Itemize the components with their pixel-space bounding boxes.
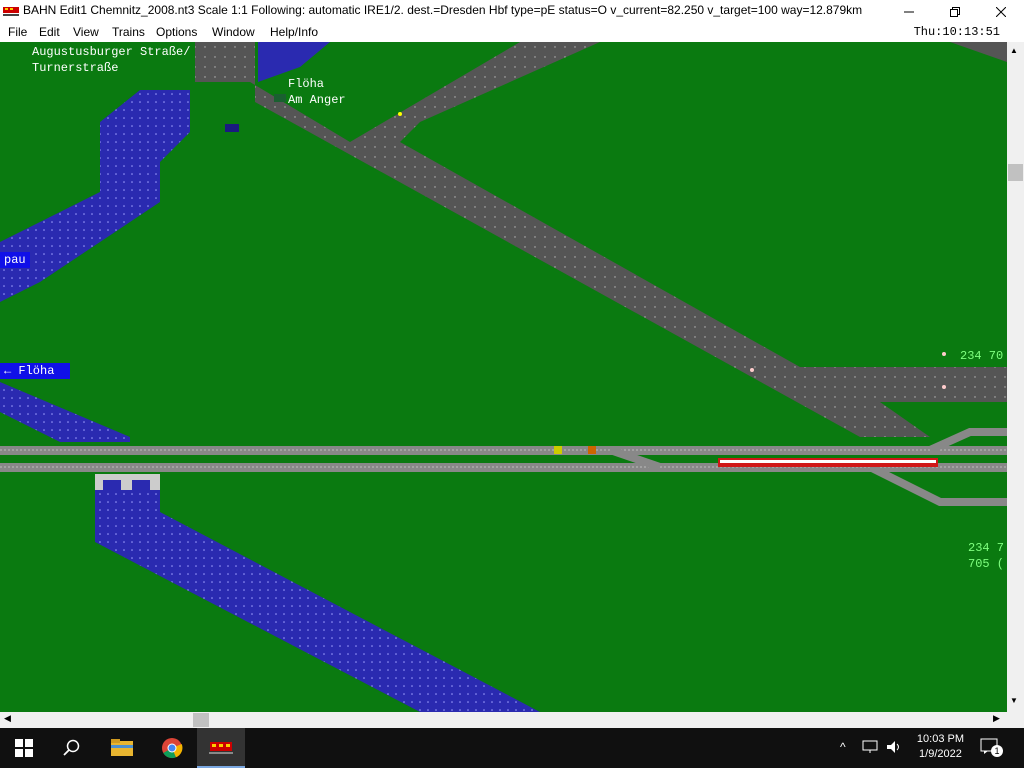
menu-help-info[interactable]: Help/Info [270,25,318,39]
simulation-clock: Thu:10:13:51 [913,25,1000,39]
route-label-bottom-2: 705 ( [968,557,1005,571]
train-icon [209,742,233,754]
restore-button[interactable] [932,0,978,23]
minimize-button[interactable] [886,0,932,23]
menu-view[interactable]: View [73,25,99,39]
river [0,42,540,712]
tray-date: 1/9/2022 [919,748,962,760]
menu-bar: File Edit View Trains Options Window Hel… [0,23,1024,42]
route-label-top: 234 70 [960,349,1004,363]
menu-trains[interactable]: Trains [112,25,145,39]
menu-file[interactable]: File [8,25,27,39]
menu-options[interactable]: Options [156,25,197,39]
bahn-taskbar-button[interactable] [197,728,245,768]
menu-window[interactable]: Window [212,25,255,39]
signal[interactable] [942,352,946,356]
horizontal-scroll-thumb[interactable] [193,713,209,727]
station-tag-left[interactable]: pau [0,252,30,268]
start-button[interactable] [0,728,48,768]
railway-map-canvas[interactable]: Augustusburger Straße/ Turnerstraße Flöh… [0,42,1007,712]
folder-icon [111,739,133,756]
stop-label-2: Am Anger [288,93,346,107]
tram[interactable] [274,94,286,102]
notification-badge: 1 [991,745,1003,757]
volume-icon[interactable] [886,740,902,754]
train-app-icon [3,7,19,16]
tray-clock[interactable]: 10:03 PM 1/9/2022 [917,732,964,762]
title-bar: BAHN Edit1 Chemnitz_2008.nt3 Scale 1:1 F… [0,0,1024,23]
vertical-scrollbar[interactable]: ▲ ▼ [1007,42,1024,712]
horizontal-scrollbar[interactable]: ◀ ▶ [0,712,1007,728]
signal[interactable] [750,368,754,372]
window-title: BAHN Edit1 Chemnitz_2008.nt3 Scale 1:1 F… [23,3,863,17]
street-label-2: Turnerstraße [32,61,119,75]
signal-marker[interactable] [554,446,562,454]
close-icon [996,6,1006,17]
scroll-left-icon[interactable]: ◀ [4,713,11,724]
taskbar: ^ 10:03 PM 1/9/2022 1 [0,728,1024,768]
tray-time: 10:03 PM [916,733,964,745]
street-label-1: Augustusburger Straße/ [32,45,191,59]
signal[interactable] [398,112,402,116]
route-label-bottom-1: 234 7 [968,541,1005,555]
map-drawing [0,42,1007,712]
search-button[interactable] [48,728,96,768]
station-tag-floeha[interactable]: ← Flöha [0,363,70,379]
bus[interactable] [225,124,239,132]
vertical-scroll-thumb[interactable] [1008,164,1023,181]
scroll-corner [1007,712,1024,728]
train-ire[interactable] [718,458,938,467]
tray-chevron-up-icon[interactable]: ^ [840,740,846,754]
chrome-button[interactable] [148,728,196,768]
stop-label-1: Flöha [288,77,325,91]
close-button[interactable] [978,0,1024,23]
signal[interactable] [942,385,946,389]
windows-start-icon [15,739,33,757]
file-explorer-button[interactable] [98,728,146,768]
restore-icon [950,6,960,17]
chrome-icon [162,738,183,759]
scroll-down-icon[interactable]: ▼ [1010,696,1018,705]
network-icon[interactable] [862,740,878,754]
signal-marker[interactable] [588,446,596,454]
menu-edit[interactable]: Edit [39,25,60,39]
minimize-icon [904,11,914,12]
scroll-up-icon[interactable]: ▲ [1010,46,1018,55]
notification-center-button[interactable]: 1 [980,738,1003,757]
search-icon [63,739,80,756]
scroll-right-icon[interactable]: ▶ [993,713,1000,724]
